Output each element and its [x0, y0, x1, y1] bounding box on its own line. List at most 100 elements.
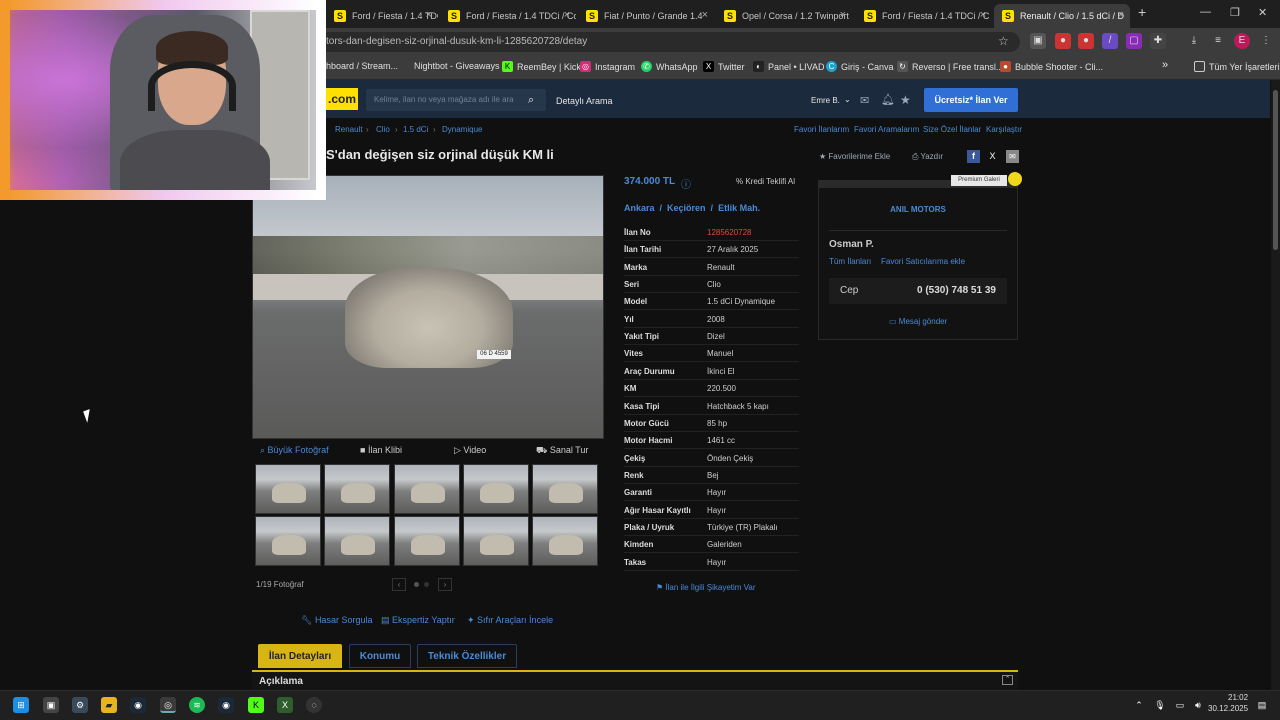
close-window-icon[interactable]: ✕	[1258, 6, 1267, 19]
breadcrumb-item[interactable]: Dynamique	[442, 125, 482, 134]
info-icon[interactable]: ⓘ	[681, 176, 691, 191]
extension-icon[interactable]: /	[1102, 33, 1118, 49]
compare-link[interactable]: Karşılaştır	[986, 125, 1022, 134]
close-tab-icon[interactable]: ×	[426, 9, 432, 21]
kick-icon[interactable]: K	[248, 697, 264, 713]
maximize-icon[interactable]: ❐	[1230, 6, 1240, 19]
expertise-link[interactable]: ▤ Ekspertiz Yaptır	[381, 615, 455, 626]
location-neighborhood[interactable]: Etlik Mah.	[718, 203, 760, 213]
close-tab-icon[interactable]: ×	[1118, 9, 1124, 21]
scrollbar-thumb[interactable]	[1273, 90, 1278, 250]
bookmark-item[interactable]: ✆ WhatsApp	[641, 61, 698, 72]
bookmark-item[interactable]: C Giriş - Canva	[826, 61, 894, 72]
email-share-icon[interactable]: ✉	[1006, 150, 1019, 163]
profile-avatar[interactable]: E	[1234, 33, 1250, 49]
complaint-link[interactable]: ⚑ İlan ile İlgili Şikayetim Var	[656, 583, 756, 592]
tab-technical[interactable]: Teknik Özellikler	[417, 644, 517, 668]
browser-tab[interactable]: S Ford / Fiesta / 1.4 TDCi / C ×	[856, 4, 992, 28]
all-bookmarks[interactable]: Tüm Yer İşaretleri	[1194, 61, 1280, 72]
microphone-icon[interactable]: 🎙︎	[1152, 697, 1168, 713]
tab-video[interactable]: ▷ Video	[454, 445, 486, 456]
send-message-link[interactable]: ▭ Mesaj gönder	[889, 317, 947, 326]
minimize-icon[interactable]: —	[1200, 6, 1211, 18]
detailed-search-link[interactable]: Detaylı Arama	[556, 96, 613, 106]
browser-tab[interactable]: SFord / Fiesta / 1.4 TDCi / Com×	[440, 4, 576, 28]
browser-tab-active[interactable]: S Renault / Clio / 1.5 dCi / D ×	[994, 4, 1130, 28]
browser-tab[interactable]: SFord / Fiesta / 1.4 TDCi / Com×	[326, 4, 438, 28]
chevron-down-icon[interactable]: ⌄	[844, 95, 851, 104]
main-car-photo[interactable]: 06 D 4559	[252, 175, 604, 439]
chevron-up-icon[interactable]: ⌃	[1131, 697, 1147, 713]
new-cars-link[interactable]: ✦ Sıfır Araçları İncele	[467, 615, 553, 626]
extension-icon[interactable]: ●	[1078, 33, 1094, 49]
new-tab-button[interactable]: +	[1138, 4, 1146, 20]
photo-thumbnail[interactable]	[532, 516, 598, 566]
browser-tab[interactable]: S Fiat / Punto / Grande 1.4 ×	[578, 4, 714, 28]
chrome-icon[interactable]: ◎	[160, 697, 176, 713]
close-tab-icon[interactable]: ×	[840, 9, 846, 21]
photo-thumbnail[interactable]	[255, 516, 321, 566]
breadcrumb-item[interactable]: Renault	[335, 125, 363, 134]
steam-icon[interactable]: ◉	[218, 697, 234, 713]
bookmark-item[interactable]: ◐ Panel • LIVAD	[753, 61, 825, 72]
next-photo-button[interactable]: ›	[438, 578, 452, 591]
photo-thumbnail[interactable]	[255, 464, 321, 514]
extension-icon[interactable]: ▣	[1030, 33, 1046, 49]
search-input[interactable]: Kelime, ilan no veya mağaza adı ile ara	[366, 89, 546, 111]
favorite-seller-link[interactable]: Favori Satıcılarıma ekle	[881, 257, 965, 266]
bookmarks-more-icon[interactable]: »	[1162, 59, 1168, 71]
download-icon[interactable]: ⤓	[1186, 33, 1202, 49]
bookmark-item[interactable]: Nightbot - Giveaways	[414, 61, 500, 71]
bookmark-item[interactable]: X Twitter	[703, 61, 745, 72]
photo-thumbnail[interactable]	[463, 516, 529, 566]
extension-icon[interactable]: ●	[1055, 33, 1071, 49]
close-tab-icon[interactable]: ×	[564, 9, 570, 21]
file-explorer-icon[interactable]: ▰	[101, 697, 117, 713]
settings-icon[interactable]: ⚙	[72, 697, 88, 713]
prev-photo-button[interactable]: ‹	[392, 578, 406, 591]
taskbar-clock[interactable]: 21:02 30.12.2025	[1208, 692, 1248, 714]
network-icon[interactable]: ▭	[1172, 697, 1188, 713]
bell-icon[interactable]: 🔔︎	[881, 93, 895, 106]
obs-icon[interactable]: ◌	[306, 697, 322, 713]
bookmark-item[interactable]: hboard / Stream...	[326, 61, 398, 71]
facebook-share-icon[interactable]: f	[967, 150, 980, 163]
phone-number[interactable]: 0 (530) 748 51 39	[917, 285, 996, 296]
special-listings-link[interactable]: Size Özel İlanlar	[923, 125, 981, 134]
breadcrumb-item[interactable]: 1.5 dCi	[403, 125, 428, 134]
spotify-icon[interactable]: ≋	[189, 697, 205, 713]
photo-thumbnail[interactable]	[463, 464, 529, 514]
browser-tab[interactable]: S Opel / Corsa / 1.2 Twinport ×	[716, 4, 852, 28]
bookmark-item[interactable]: K ReemBey | Kick	[502, 61, 581, 72]
tab-location[interactable]: Konumu	[349, 644, 411, 668]
task-view-icon[interactable]: ▣	[43, 697, 59, 713]
bookmark-star-icon[interactable]: ☆	[998, 34, 1009, 48]
search-icon[interactable]: ⌕	[528, 94, 534, 107]
user-menu[interactable]: Emre B.	[811, 96, 840, 105]
page-dot[interactable]	[414, 582, 419, 587]
steam-icon[interactable]: ◉	[130, 697, 146, 713]
collapse-icon[interactable]: ⌃	[1002, 675, 1013, 685]
photo-thumbnail[interactable]	[324, 516, 390, 566]
tab-clip[interactable]: ■ İlan Klibi	[360, 445, 402, 455]
close-tab-icon[interactable]: ×	[702, 9, 708, 21]
puzzle-icon[interactable]: ✚	[1150, 33, 1166, 49]
excel-icon[interactable]: X	[277, 697, 293, 713]
url-input[interactable]: tors-dan-degisen-siz-orjinal-dusuk-km-li…	[290, 32, 1020, 52]
credit-offer-link[interactable]: % Kredi Teklifi Al	[736, 177, 795, 186]
photo-thumbnail[interactable]	[394, 464, 460, 514]
photo-thumbnail[interactable]	[394, 516, 460, 566]
volume-icon[interactable]: 🔊︎	[1190, 697, 1206, 713]
extension-icon[interactable]: ▢	[1126, 33, 1142, 49]
x-share-icon[interactable]: X	[986, 150, 999, 163]
favorite-searches-link[interactable]: Favori Aramalarım	[854, 125, 919, 134]
star-icon[interactable]: ★	[900, 93, 911, 107]
bookmark-item[interactable]: ● Bubble Shooter - Cli...	[1000, 61, 1103, 72]
bookmark-item[interactable]: ◎ Instagram	[580, 61, 635, 72]
photo-thumbnail[interactable]	[532, 464, 598, 514]
close-tab-icon[interactable]: ×	[980, 9, 986, 21]
all-listings-link[interactable]: Tüm İlanları	[829, 257, 871, 266]
breadcrumb-item[interactable]: Clio	[376, 125, 390, 134]
media-icon[interactable]: ≡	[1210, 33, 1226, 49]
bookmark-item[interactable]: ↻ Reverso | Free transl...	[897, 61, 1003, 72]
